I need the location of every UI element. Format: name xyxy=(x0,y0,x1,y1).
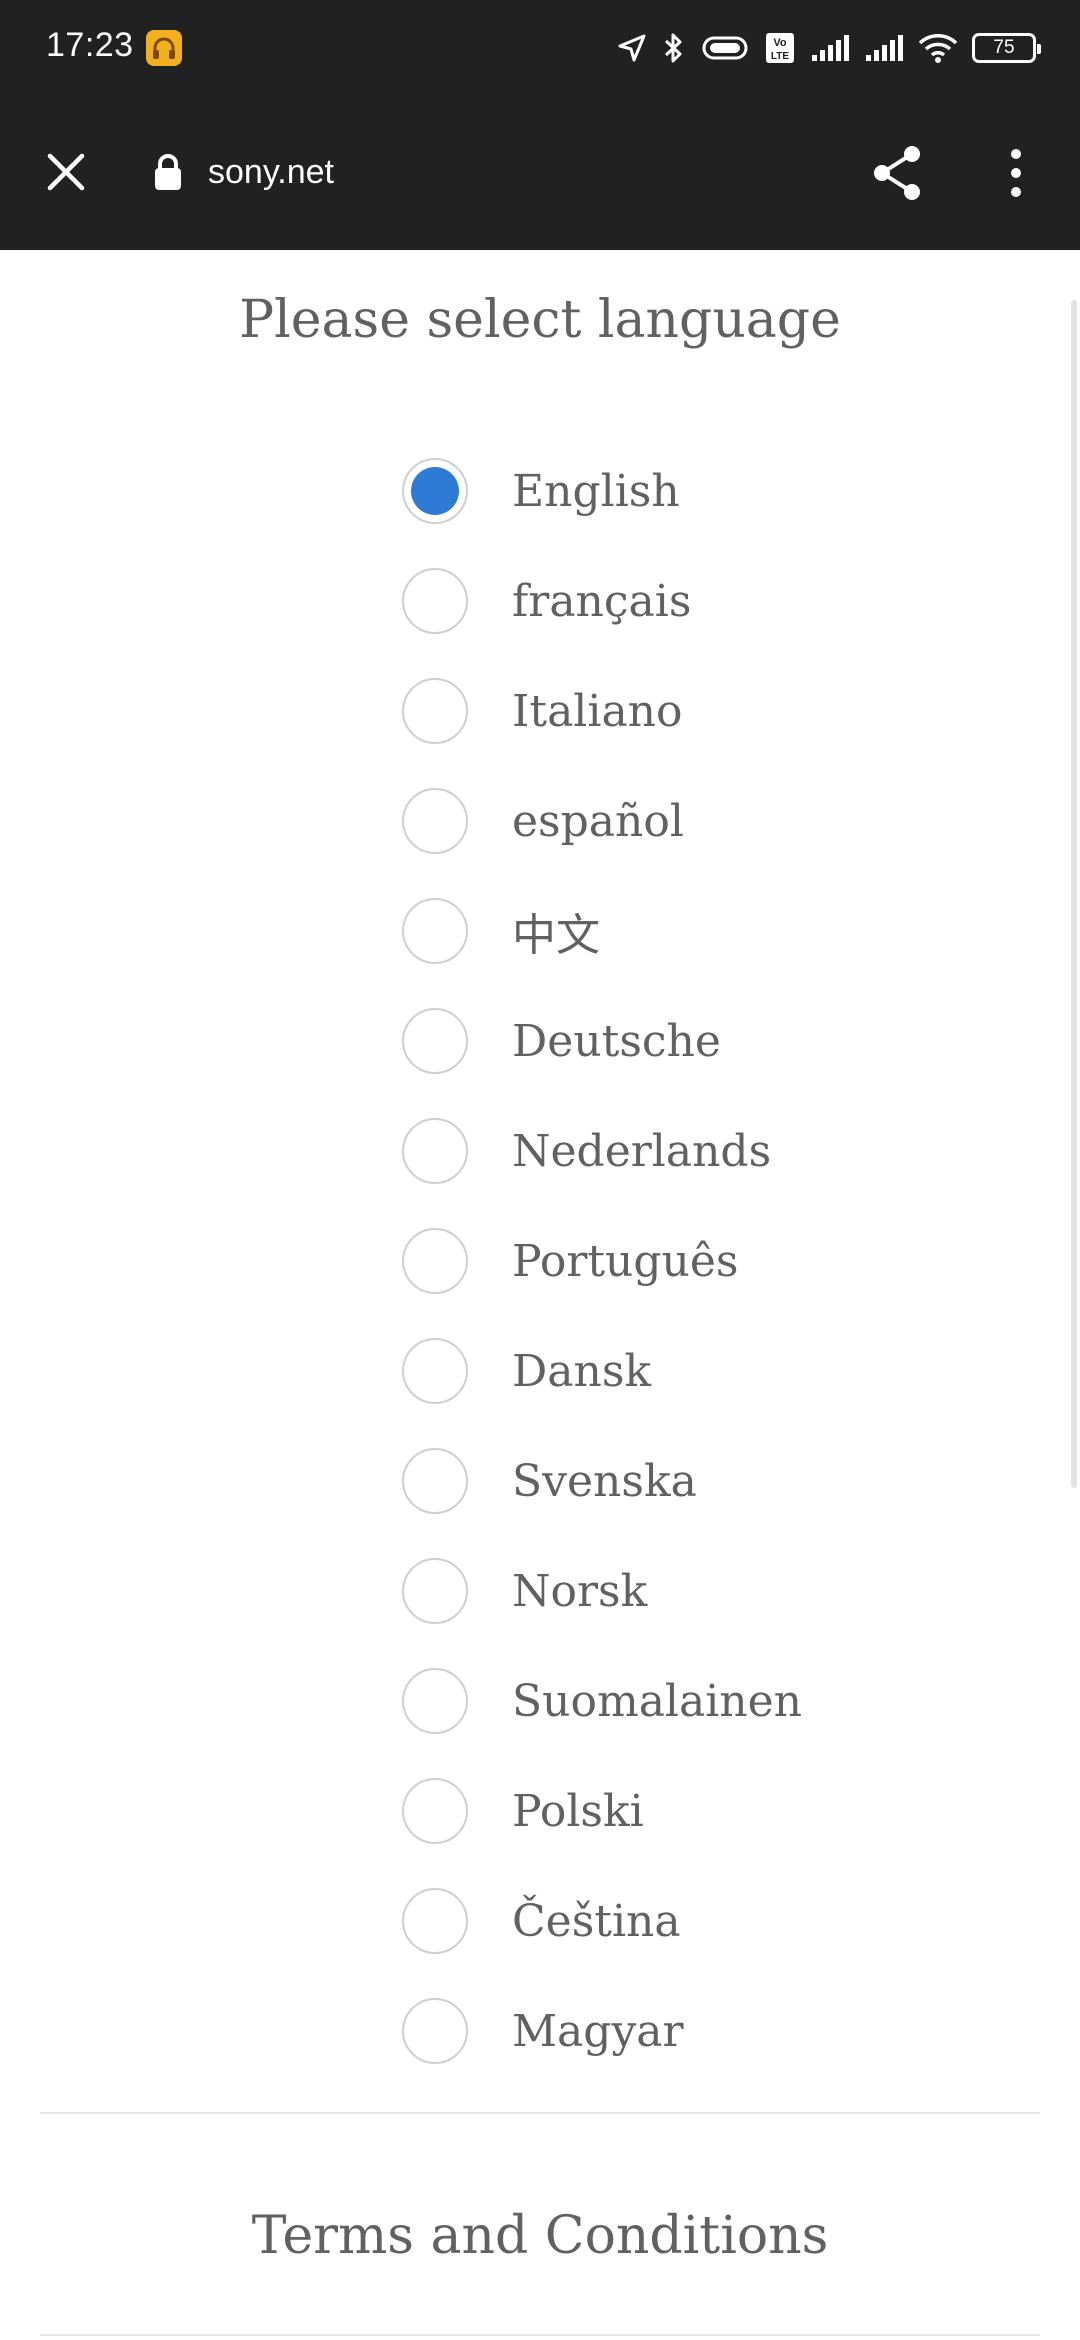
language-option-cestina[interactable]: Čeština xyxy=(402,1866,802,1976)
location-icon xyxy=(616,32,648,64)
language-option-english[interactable]: English xyxy=(402,436,802,546)
language-label: 中文 xyxy=(512,910,600,961)
language-option-francais[interactable]: français xyxy=(402,546,802,656)
radio-button[interactable] xyxy=(402,1888,468,1954)
language-list: English français Italiano español 中文 Deu… xyxy=(402,436,802,2086)
browser-toolbar: sony.net xyxy=(0,96,1080,250)
radio-button[interactable] xyxy=(402,1998,468,2064)
terms-title: Terms and Conditions xyxy=(251,2206,829,2266)
wifi-icon xyxy=(918,32,958,64)
radio-button[interactable] xyxy=(402,1778,468,1844)
language-label: Nederlands xyxy=(512,1125,772,1177)
language-label: Magyar xyxy=(512,2005,684,2057)
radio-button[interactable] xyxy=(402,568,468,634)
lock-icon xyxy=(150,152,186,192)
language-option-suomalainen[interactable]: Suomalainen xyxy=(402,1646,802,1756)
radio-button[interactable] xyxy=(402,1668,468,1734)
language-label: Italiano xyxy=(512,685,683,737)
section-divider xyxy=(40,2112,1040,2114)
status-icons: Vo LTE 75 xyxy=(616,26,1041,70)
radio-button[interactable] xyxy=(402,1448,468,1514)
radio-button[interactable] xyxy=(402,678,468,744)
language-label: Suomalainen xyxy=(512,1675,803,1727)
language-label: Dansk xyxy=(512,1345,652,1397)
status-time: 17:23 xyxy=(46,26,134,64)
battery-icon: 75 xyxy=(972,33,1041,63)
svg-text:Vo: Vo xyxy=(773,37,787,49)
url-text[interactable]: sony.net xyxy=(208,153,334,192)
share-icon[interactable] xyxy=(862,138,932,208)
radio-button[interactable] xyxy=(402,1228,468,1294)
scrollbar[interactable] xyxy=(1071,300,1077,1488)
radio-button[interactable] xyxy=(402,1118,468,1184)
signal-icon xyxy=(864,33,904,63)
language-option-chinese[interactable]: 中文 xyxy=(402,876,802,986)
language-option-deutsche[interactable]: Deutsche xyxy=(402,986,802,1096)
language-label: español xyxy=(512,795,684,847)
language-label: français xyxy=(512,575,692,627)
more-vert-icon[interactable] xyxy=(986,138,1046,208)
close-icon[interactable] xyxy=(34,140,98,204)
language-option-portugues[interactable]: Português xyxy=(402,1206,802,1316)
volte-icon: Vo LTE xyxy=(764,31,796,65)
vibrate-icon xyxy=(700,33,750,63)
language-label: Deutsche xyxy=(512,1015,721,1067)
radio-button[interactable] xyxy=(402,1008,468,1074)
web-content: Please select language English français … xyxy=(0,250,1080,2340)
language-label: Svenska xyxy=(512,1455,697,1507)
language-label: Português xyxy=(512,1235,739,1287)
language-option-polski[interactable]: Polski xyxy=(402,1756,802,1866)
page-title: Please select language xyxy=(239,290,841,350)
radio-button[interactable] xyxy=(402,1558,468,1624)
language-option-norsk[interactable]: Norsk xyxy=(402,1536,802,1646)
radio-button[interactable] xyxy=(402,458,468,524)
language-label: Norsk xyxy=(512,1565,648,1617)
radio-button[interactable] xyxy=(402,898,468,964)
radio-button[interactable] xyxy=(402,788,468,854)
language-option-nederlands[interactable]: Nederlands xyxy=(402,1096,802,1206)
language-label: Polski xyxy=(512,1785,644,1837)
terms-box-edge xyxy=(40,2334,1040,2336)
language-label: English xyxy=(512,465,680,517)
language-option-magyar[interactable]: Magyar xyxy=(402,1976,802,2086)
bluetooth-icon xyxy=(662,31,686,65)
radio-button[interactable] xyxy=(402,1338,468,1404)
language-option-italiano[interactable]: Italiano xyxy=(402,656,802,766)
language-option-espanol[interactable]: español xyxy=(402,766,802,876)
headphones-app-icon xyxy=(146,30,182,66)
language-label: Čeština xyxy=(512,1895,681,1947)
signal-icon xyxy=(810,33,850,63)
svg-text:LTE: LTE xyxy=(771,51,789,62)
language-option-svenska[interactable]: Svenska xyxy=(402,1426,802,1536)
language-option-dansk[interactable]: Dansk xyxy=(402,1316,802,1426)
status-bar: 17:23 Vo LTE 75 xyxy=(0,0,1080,96)
